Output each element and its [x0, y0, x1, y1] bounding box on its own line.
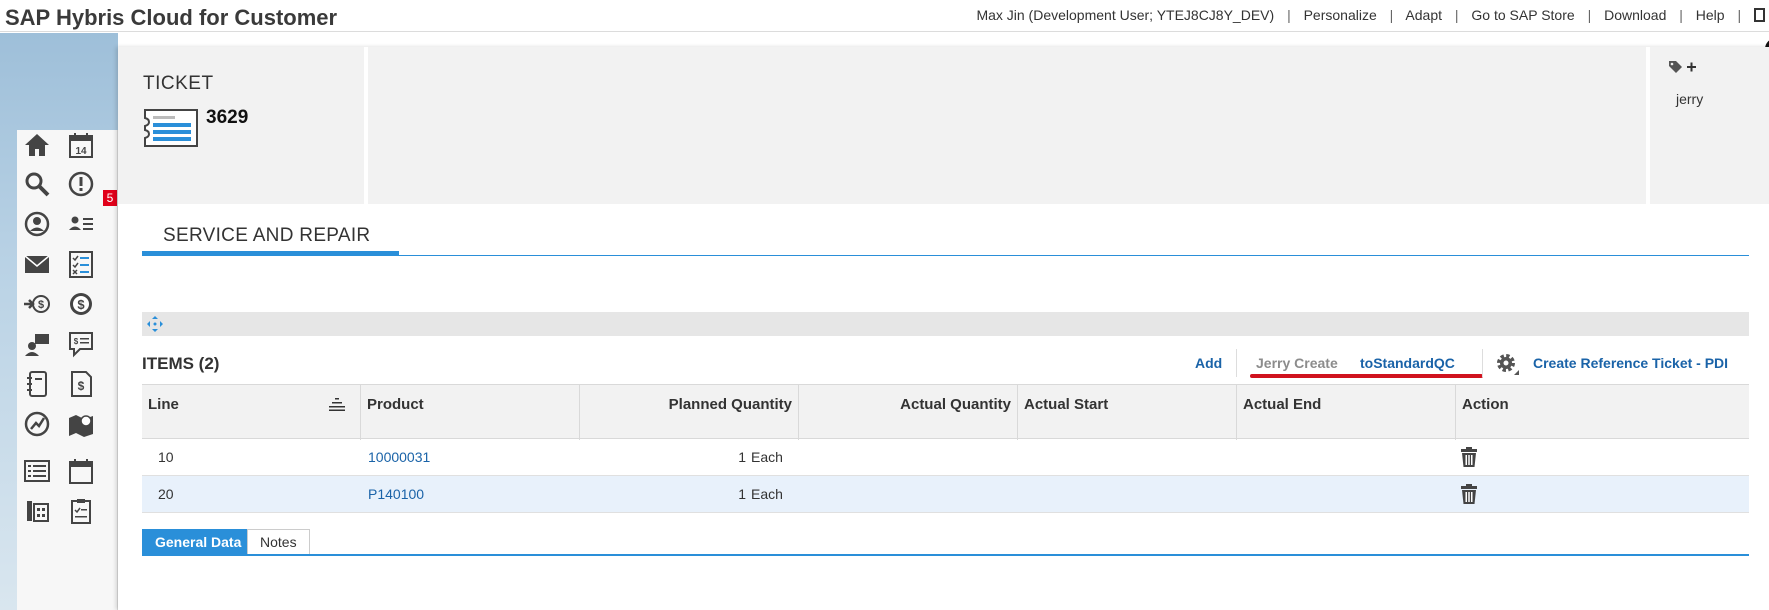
column-header-planned-quantity[interactable]: Planned Quantity — [580, 385, 799, 440]
user-name-link[interactable]: Max Jin (Development User; YTEJ8CJ8Y_DEV… — [976, 7, 1274, 23]
currency-icon[interactable]: $ — [65, 288, 97, 320]
delete-icon[interactable] — [1459, 483, 1479, 505]
move-icon[interactable] — [146, 315, 164, 333]
clipboard-icon[interactable] — [65, 495, 97, 527]
svg-text:$: $ — [74, 337, 79, 346]
notebook-icon[interactable] — [21, 368, 53, 400]
app-title: SAP Hybris Cloud for Customer — [5, 5, 338, 30]
column-header-actual-quantity[interactable]: Actual Quantity — [799, 385, 1018, 440]
ticket-icon — [144, 109, 198, 147]
tab-divider — [142, 554, 1749, 556]
ticket-label: TICKET — [143, 73, 214, 94]
planned-qty-cell: 1 — [738, 449, 746, 465]
help-link[interactable]: Help — [1696, 7, 1725, 23]
svg-text:$: $ — [77, 297, 85, 312]
to-standard-qc-button[interactable]: toStandardQC — [1360, 355, 1455, 371]
jerry-create-button[interactable]: Jerry Create — [1256, 355, 1338, 371]
checklist-icon[interactable] — [65, 248, 97, 280]
svg-text:$: $ — [38, 299, 44, 311]
tag-user[interactable]: jerry — [1676, 91, 1703, 107]
table-header: Line Product Planned Quantity Actual Qua… — [142, 384, 1749, 440]
ticket-header: TICKET 3629 — [118, 47, 368, 204]
add-tag-icon[interactable] — [1667, 59, 1699, 79]
separator: | — [1454, 7, 1459, 23]
items-table: Line Product Planned Quantity Actual Qua… — [142, 384, 1749, 513]
highlight-underline — [1250, 374, 1483, 378]
column-header-action: Action — [1462, 396, 1509, 413]
table-row[interactable]: 20 P140100 1 Each — [142, 476, 1749, 513]
home-icon[interactable] — [21, 129, 53, 161]
product-link[interactable]: 10000031 — [362, 439, 436, 476]
sap-store-link[interactable]: Go to SAP Store — [1471, 7, 1574, 23]
top-links: Max Jin (Development User; YTEJ8CJ8Y_DEV… — [976, 7, 1765, 23]
gear-icon[interactable] — [1494, 351, 1520, 377]
separator: | — [1679, 7, 1683, 23]
money-in-icon[interactable]: $ — [21, 288, 53, 320]
svg-text:$: $ — [78, 379, 85, 393]
phone-icon[interactable] — [21, 495, 53, 527]
map-pin-icon[interactable] — [65, 408, 97, 440]
unit-cell: Each — [751, 449, 783, 465]
alert-icon[interactable] — [65, 168, 97, 200]
column-header-line[interactable]: Line — [142, 385, 361, 440]
separator: | — [1287, 7, 1291, 23]
separator: | — [1587, 7, 1592, 23]
team-icon[interactable] — [21, 328, 53, 360]
delete-icon[interactable] — [1459, 446, 1479, 468]
column-header-actual-end[interactable]: Actual End — [1237, 385, 1456, 440]
invoice-icon[interactable]: $ — [65, 368, 97, 400]
items-title: ITEMS (2) — [142, 354, 220, 373]
line-cell: 10 — [158, 449, 174, 465]
svg-text:14: 14 — [75, 146, 87, 157]
tag-panel: jerry — [1646, 47, 1769, 204]
column-header-actual-start[interactable]: Actual Start — [1018, 385, 1237, 440]
planned-qty-cell: 1 — [738, 486, 746, 502]
notification-badge: 5 — [103, 190, 117, 206]
product-link[interactable]: P140100 — [362, 476, 430, 513]
unit-cell: Each — [751, 486, 783, 502]
personalize-link[interactable]: Personalize — [1304, 7, 1377, 23]
calendar-icon[interactable] — [65, 455, 97, 487]
add-button[interactable]: Add — [1195, 355, 1222, 371]
shell-header: SAP Hybris Cloud for Customer Max Jin (D… — [0, 0, 1769, 32]
search-icon[interactable] — [21, 168, 53, 200]
line-cell: 20 — [158, 486, 174, 502]
column-header-product[interactable]: Product — [361, 385, 580, 440]
contact-icon[interactable] — [21, 208, 53, 240]
tab-service-and-repair[interactable]: SERVICE AND REPAIR — [142, 225, 399, 254]
drag-bar — [142, 312, 1749, 336]
separator: | — [1389, 7, 1394, 23]
tab-notes[interactable]: Notes — [247, 529, 310, 555]
download-link[interactable]: Download — [1604, 7, 1666, 23]
section-divider — [142, 255, 1749, 256]
separator: | — [1737, 7, 1742, 23]
toolbar-separator — [1482, 349, 1483, 377]
quote-icon[interactable]: $ — [65, 328, 97, 360]
toolbar-separator — [1236, 349, 1237, 377]
sort-icon[interactable] — [328, 397, 346, 411]
list-icon[interactable] — [21, 455, 53, 487]
table-row[interactable]: 10 10000031 1 Each — [142, 439, 1749, 476]
main-content: TICKET 3629 jerry SERVICE AND REPAIR ITE… — [118, 38, 1769, 610]
window-icon[interactable] — [1754, 8, 1765, 22]
tab-general-data[interactable]: General Data — [142, 529, 255, 555]
mail-icon[interactable] — [21, 248, 53, 280]
adapt-link[interactable]: Adapt — [1405, 7, 1442, 23]
growth-icon[interactable] — [21, 408, 53, 440]
ticket-number: 3629 — [206, 107, 249, 128]
calendar-14-icon[interactable]: 14 — [65, 129, 97, 161]
create-reference-ticket-button[interactable]: Create Reference Ticket - PDI — [1533, 355, 1728, 371]
contact-list-icon[interactable] — [65, 208, 97, 240]
